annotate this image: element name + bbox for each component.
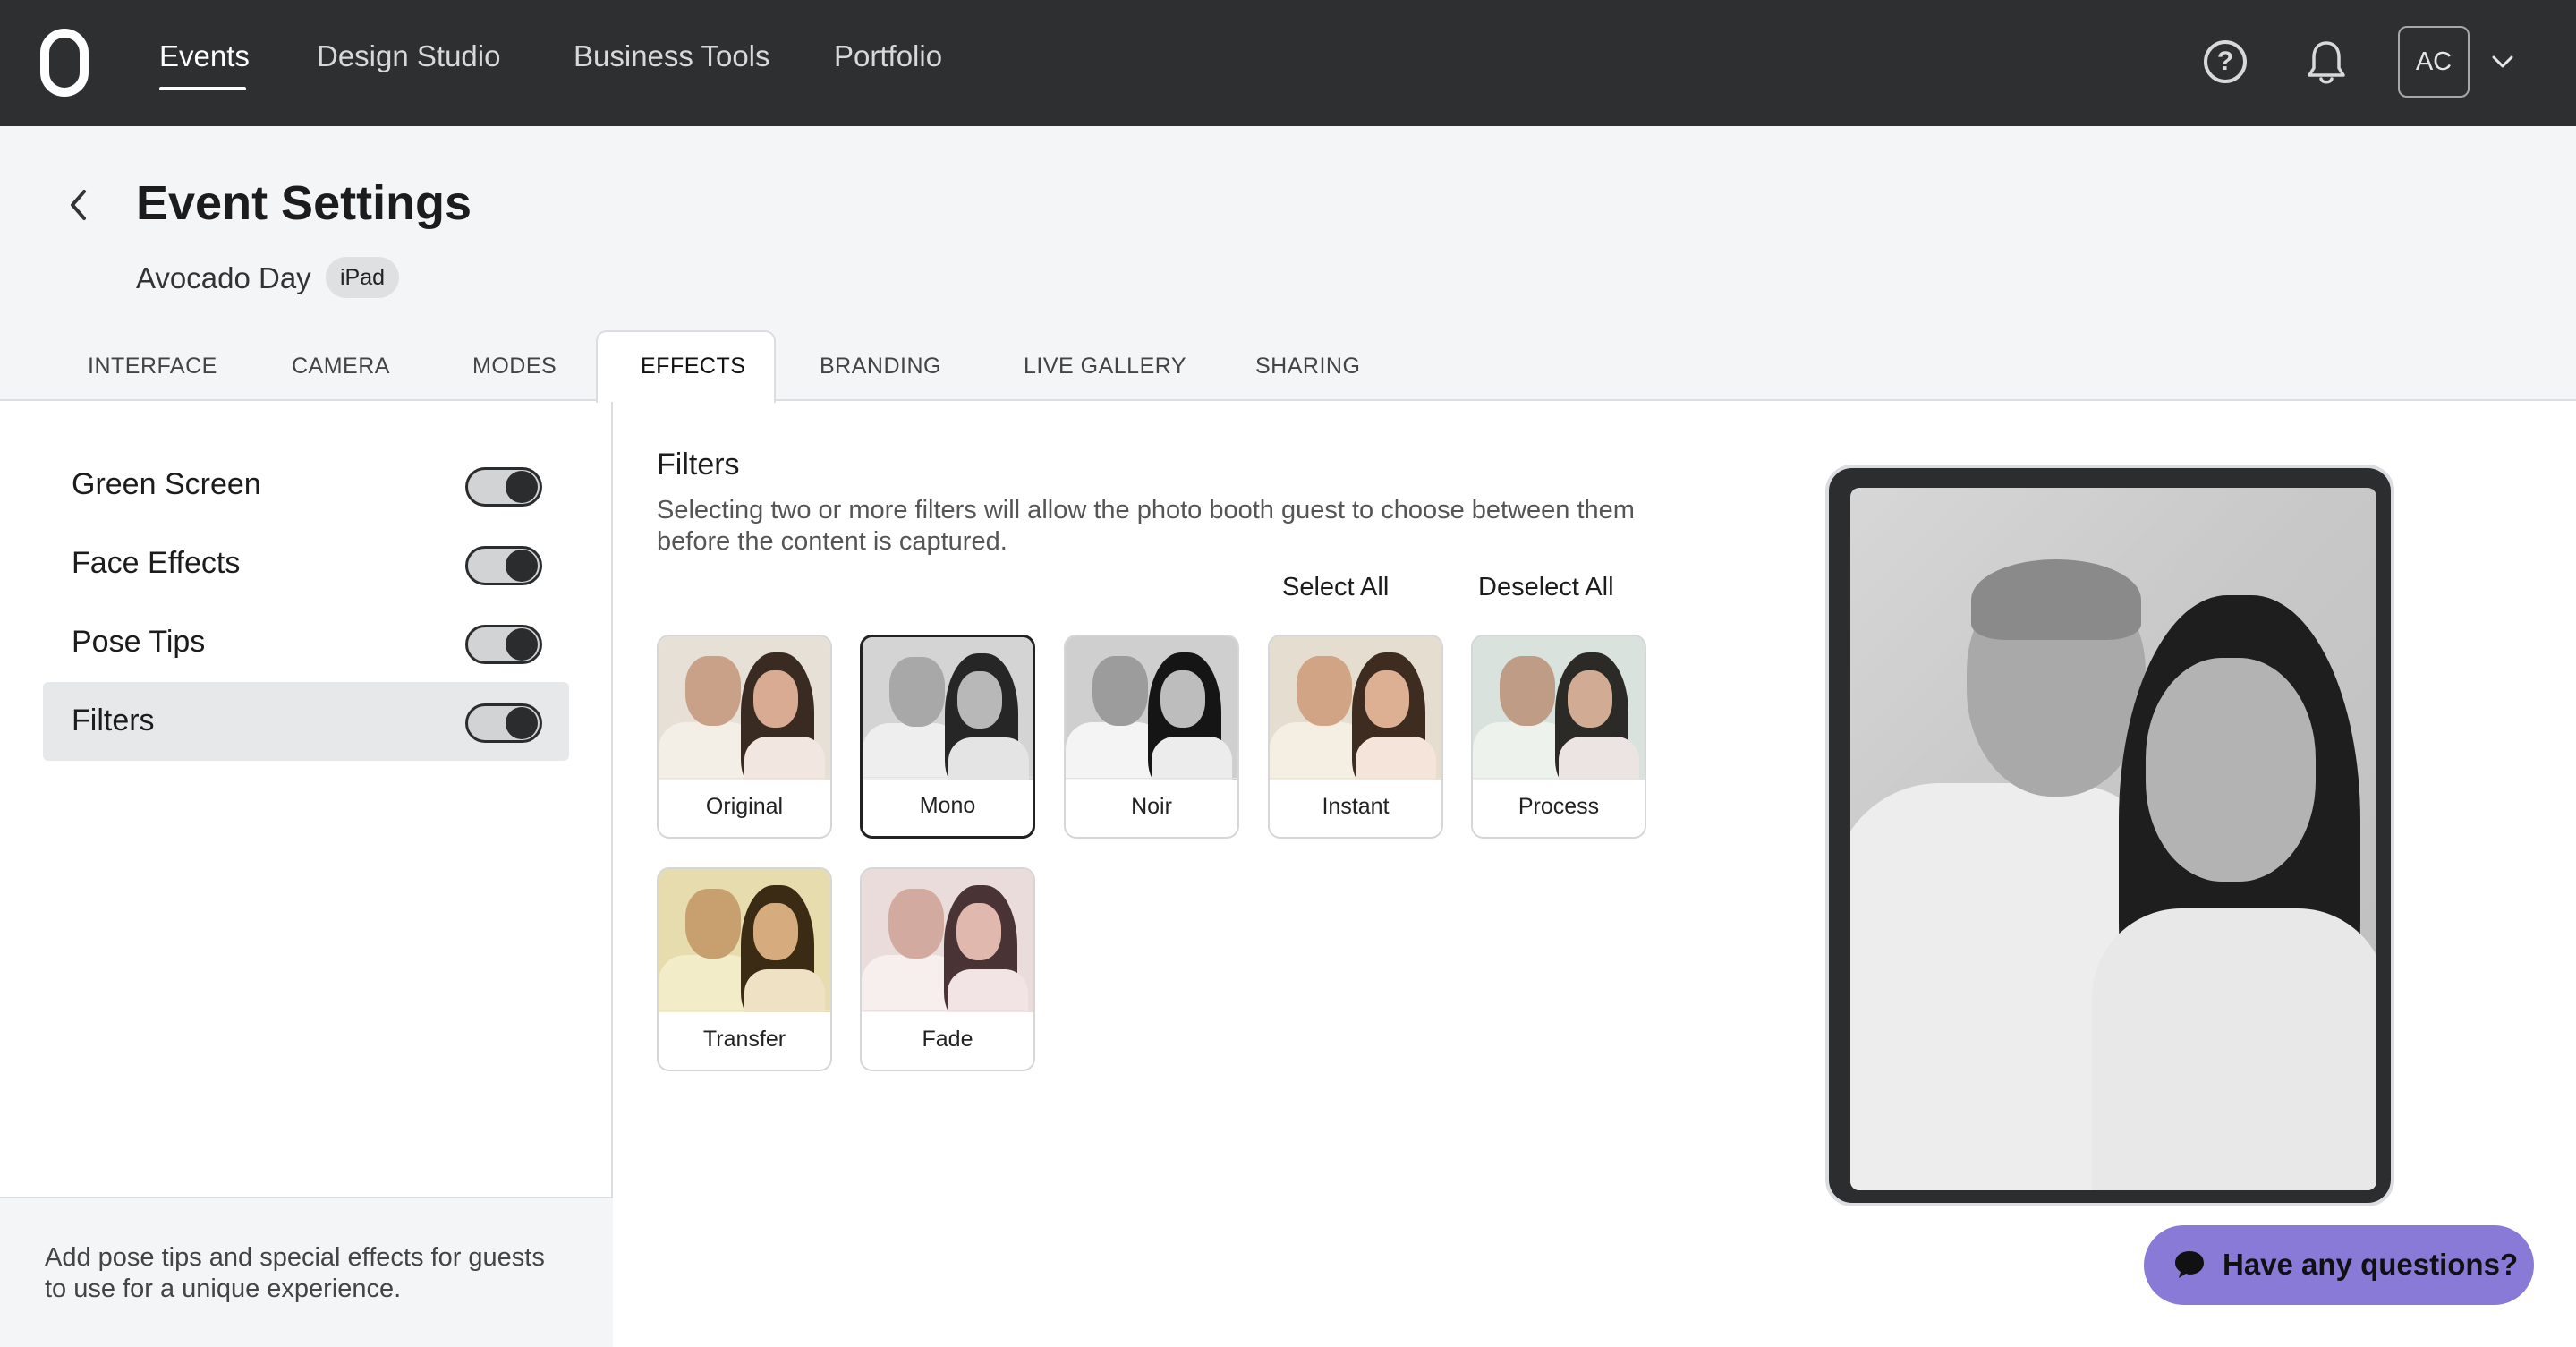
helper-text: Add pose tips and special effects for gu… bbox=[45, 1243, 545, 1303]
filter-label: Original bbox=[659, 778, 830, 837]
filter-label: Instant bbox=[1270, 778, 1441, 837]
filter-card-fade[interactable]: Fade bbox=[860, 867, 1035, 1071]
nav-item-events[interactable]: Events bbox=[159, 39, 250, 73]
top-nav-bar: Events Design Studio Business Tools Port… bbox=[0, 0, 2576, 126]
tab-effects[interactable]: EFFECTS bbox=[641, 354, 745, 379]
pose-tips-toggle[interactable] bbox=[465, 625, 542, 664]
filters-title: Filters bbox=[657, 448, 740, 482]
tab-camera[interactable]: CAMERA bbox=[292, 354, 390, 379]
filter-thumbnail bbox=[1473, 636, 1645, 780]
effect-row-filters[interactable]: Filters bbox=[43, 682, 569, 761]
helper-box: Add pose tips and special effects for gu… bbox=[0, 1197, 613, 1347]
tab-sharing[interactable]: SHARING bbox=[1255, 354, 1360, 379]
filter-label: Noir bbox=[1066, 778, 1237, 837]
nav-active-underline bbox=[159, 87, 246, 90]
toggle-knob bbox=[506, 471, 538, 503]
tab-modes[interactable]: MODES bbox=[472, 354, 557, 379]
device-badge: iPad bbox=[326, 257, 400, 298]
filters-description: Selecting two or more filters will allow… bbox=[657, 496, 1635, 556]
green-screen-toggle[interactable] bbox=[465, 467, 542, 507]
face-effects-toggle[interactable] bbox=[465, 546, 542, 585]
filter-card-mono[interactable]: Mono bbox=[860, 635, 1035, 839]
filter-label: Fade bbox=[862, 1010, 1033, 1070]
nav-item-portfolio[interactable]: Portfolio bbox=[834, 39, 942, 73]
filter-card-noir[interactable]: Noir bbox=[1064, 635, 1239, 839]
tab-interface[interactable]: INTERFACE bbox=[88, 354, 217, 379]
help-icon[interactable]: ? bbox=[2204, 40, 2247, 83]
effect-row-green-screen[interactable]: Green Screen bbox=[43, 446, 569, 524]
filter-thumbnail bbox=[659, 636, 830, 780]
toggle-knob bbox=[506, 628, 538, 661]
logo-icon[interactable] bbox=[40, 29, 89, 97]
filter-thumbnail bbox=[1270, 636, 1441, 780]
filter-thumbnail bbox=[1066, 636, 1237, 780]
chat-bubble-icon bbox=[2175, 1251, 2204, 1278]
page-title: Event Settings bbox=[136, 176, 472, 230]
toggle-knob bbox=[506, 707, 538, 739]
filters-toggle[interactable] bbox=[465, 703, 542, 743]
deselect-all-button[interactable]: Deselect All bbox=[1478, 573, 1614, 602]
filter-card-instant[interactable]: Instant bbox=[1268, 635, 1443, 839]
effect-label: Pose Tips bbox=[72, 625, 206, 659]
event-name: Avocado Day bbox=[136, 261, 311, 294]
nav-item-design-studio[interactable]: Design Studio bbox=[317, 39, 500, 73]
effect-row-face-effects[interactable]: Face Effects bbox=[43, 524, 569, 603]
nav-item-business-tools[interactable]: Business Tools bbox=[574, 39, 770, 73]
ipad-preview bbox=[1825, 465, 2394, 1206]
filter-label: Mono bbox=[863, 777, 1033, 836]
effect-label: Filters bbox=[72, 703, 155, 737]
effect-label: Green Screen bbox=[72, 467, 261, 501]
chat-help-button[interactable]: Have any questions? bbox=[2144, 1225, 2534, 1305]
filter-card-transfer[interactable]: Transfer bbox=[657, 867, 832, 1071]
chat-label: Have any questions? bbox=[2223, 1248, 2519, 1281]
filter-thumbnail bbox=[863, 637, 1033, 780]
filter-label: Transfer bbox=[659, 1010, 830, 1070]
preview-photo bbox=[1850, 488, 2376, 1190]
effect-label: Face Effects bbox=[72, 546, 241, 580]
tab-branding[interactable]: BRANDING bbox=[820, 354, 941, 379]
filter-card-process[interactable]: Process bbox=[1471, 635, 1646, 839]
filter-label: Process bbox=[1473, 778, 1645, 837]
chevron-down-icon[interactable] bbox=[2491, 50, 2514, 73]
filter-thumbnail bbox=[862, 869, 1033, 1012]
filter-thumbnail bbox=[659, 869, 830, 1012]
filter-card-original[interactable]: Original bbox=[657, 635, 832, 839]
bell-icon[interactable] bbox=[2306, 39, 2347, 86]
select-all-button[interactable]: Select All bbox=[1282, 573, 1389, 602]
toggle-knob bbox=[506, 550, 538, 582]
tab-live-gallery[interactable]: LIVE GALLERY bbox=[1024, 354, 1186, 379]
back-arrow-icon[interactable] bbox=[64, 184, 91, 226]
effect-row-pose-tips[interactable]: Pose Tips bbox=[43, 603, 569, 682]
avatar[interactable]: AC bbox=[2398, 26, 2470, 98]
